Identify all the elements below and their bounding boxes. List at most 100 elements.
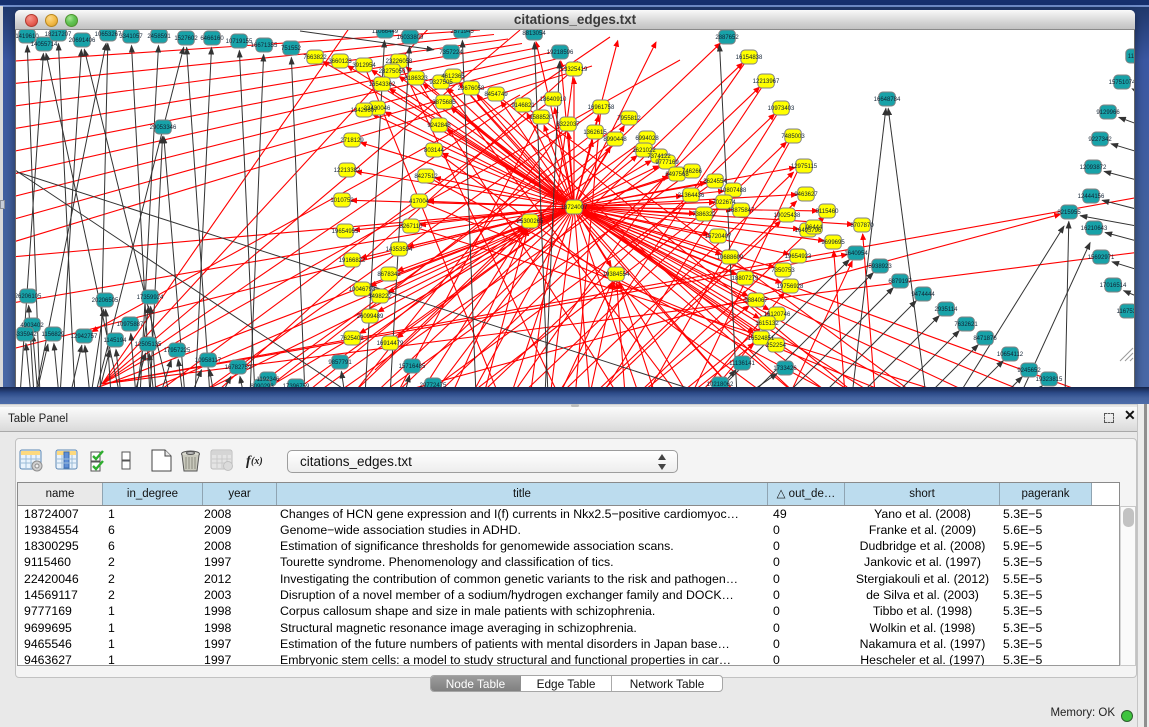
svg-text:11066449: 11066449	[372, 30, 399, 35]
svg-text:19323815: 19323815	[1036, 377, 1063, 383]
svg-text:(x): (x)	[251, 456, 263, 467]
svg-text:8322037: 8322037	[556, 122, 580, 128]
svg-text:1010752: 1010752	[330, 198, 354, 204]
svg-text:1117: 1117	[1128, 54, 1134, 60]
svg-text:1527602: 1527602	[174, 36, 198, 42]
svg-text:12444156: 12444156	[1078, 194, 1105, 200]
svg-text:19756928: 19756928	[777, 284, 804, 290]
svg-text:803144: 803144	[424, 148, 445, 154]
svg-text:8707870: 8707870	[850, 223, 874, 229]
svg-text:8454749: 8454749	[484, 92, 508, 98]
svg-text:2935114: 2935114	[935, 307, 959, 313]
svg-text:17957225: 17957225	[164, 348, 191, 354]
svg-text:16543362: 16543362	[369, 82, 396, 88]
svg-text:19384554: 19384554	[603, 272, 630, 278]
svg-text:9463627: 9463627	[794, 192, 818, 198]
svg-text:6879197: 6879197	[888, 279, 912, 285]
svg-text:8427512: 8427512	[414, 174, 438, 180]
svg-text:16782759: 16782759	[225, 365, 252, 371]
svg-text:9857791: 9857791	[328, 360, 352, 366]
svg-text:2887652: 2887652	[715, 35, 739, 41]
svg-text:26206105: 26206105	[16, 294, 42, 300]
svg-text:13325419: 13325419	[561, 67, 588, 73]
svg-text:7625402: 7625402	[340, 336, 364, 342]
svg-text:18640910: 18640910	[540, 97, 567, 103]
svg-text:12975115: 12975115	[791, 164, 818, 170]
svg-text:14055714: 14055714	[31, 42, 58, 48]
svg-text:746266: 746266	[682, 169, 703, 175]
svg-text:16524851: 16524851	[748, 336, 775, 342]
svg-text:3267110: 3267110	[400, 224, 424, 230]
svg-text:8678342: 8678342	[377, 272, 401, 278]
svg-text:9474444: 9474444	[911, 292, 935, 298]
svg-text:417004: 417004	[409, 199, 430, 205]
svg-text:14353594: 14353594	[386, 247, 413, 253]
svg-text:7386322: 7386322	[692, 212, 716, 218]
svg-text:12213967: 12213967	[753, 79, 780, 85]
svg-text:6466160: 6466160	[200, 36, 224, 42]
svg-text:20206505: 20206505	[92, 298, 119, 304]
svg-text:1419610: 1419610	[16, 34, 39, 40]
svg-text:16120746: 16120746	[764, 312, 791, 318]
svg-text:9115460: 9115460	[816, 209, 840, 215]
svg-text:10688609: 10688609	[717, 255, 744, 261]
svg-text:8186323: 8186323	[404, 76, 428, 82]
svg-text:15716485: 15716485	[399, 364, 426, 370]
svg-text:2571945: 2571945	[450, 30, 474, 35]
svg-text:10973403: 10973403	[768, 106, 795, 112]
svg-text:1156829: 1156829	[42, 332, 66, 338]
svg-text:18807279: 18807279	[732, 276, 759, 282]
svg-text:9146821: 9146821	[511, 103, 535, 109]
svg-text:1145194: 1145194	[104, 338, 128, 344]
svg-text:10653267: 10653267	[95, 32, 122, 38]
svg-text:16648784: 16648784	[874, 97, 901, 103]
svg-text:1588520: 1588520	[529, 115, 553, 121]
svg-text:19166822: 19166822	[339, 258, 366, 264]
svg-text:3624554: 3624554	[703, 179, 727, 185]
svg-text:10958117: 10958117	[195, 358, 222, 364]
svg-text:1362615: 1362615	[583, 130, 607, 136]
svg-text:9242848: 9242848	[427, 123, 451, 129]
svg-text:28275050: 28275050	[379, 69, 406, 75]
svg-text:2718129: 2718129	[340, 138, 364, 144]
svg-text:11136141: 11136141	[729, 361, 755, 367]
svg-text:17016514: 17016514	[1100, 283, 1127, 289]
svg-text:10654112: 10654112	[997, 352, 1024, 358]
svg-text:16671355: 16671355	[251, 43, 278, 49]
svg-text:16033809: 16033809	[397, 35, 424, 41]
svg-text:23226058: 23226058	[386, 59, 413, 65]
svg-text:13429607: 13429607	[351, 108, 378, 114]
svg-text:16210643: 16210643	[1081, 226, 1108, 232]
svg-text:4903402: 4903402	[20, 323, 44, 329]
svg-text:17359924: 17359924	[137, 295, 164, 301]
svg-text:18724007: 18724007	[561, 205, 588, 211]
svg-text:2458591: 2458591	[147, 34, 171, 40]
svg-text:1192346: 1192346	[257, 377, 281, 383]
svg-text:8990448: 8990448	[603, 137, 627, 143]
svg-text:19654923: 19654923	[785, 254, 812, 260]
svg-text:7955812: 7955812	[617, 116, 641, 122]
svg-text:7357224: 7357224	[439, 50, 463, 56]
svg-text:9245652: 9245652	[1017, 368, 1041, 374]
svg-text:15720407: 15720407	[705, 234, 732, 240]
svg-text:26099489: 26099489	[357, 314, 384, 320]
svg-text:7663822: 7663822	[303, 55, 327, 61]
svg-text:15751074: 15751074	[1109, 80, 1134, 86]
svg-text:8813054: 8813054	[522, 31, 546, 37]
svg-text:12942757: 12942757	[71, 334, 98, 340]
svg-text:3498222: 3498222	[368, 294, 392, 300]
svg-text:8215955: 8215955	[1057, 210, 1081, 216]
svg-text:10046798: 10046798	[349, 287, 376, 293]
svg-text:9227342: 9227342	[1088, 137, 1112, 143]
svg-text:9884067: 9884067	[744, 298, 768, 304]
svg-text:6994028: 6994028	[635, 136, 659, 142]
svg-text:18875847: 18875847	[728, 208, 755, 214]
svg-text:9327505: 9327505	[429, 80, 453, 86]
svg-text:16914479: 16914479	[377, 341, 404, 347]
svg-text:9129966: 9129966	[1096, 110, 1120, 116]
svg-text:9699695: 9699695	[821, 240, 845, 246]
svg-text:9777169: 9777169	[655, 160, 679, 166]
svg-text:3912954: 3912954	[352, 63, 376, 69]
svg-text:7350753: 7350753	[771, 268, 795, 274]
svg-text:10975887: 10975887	[117, 322, 144, 328]
